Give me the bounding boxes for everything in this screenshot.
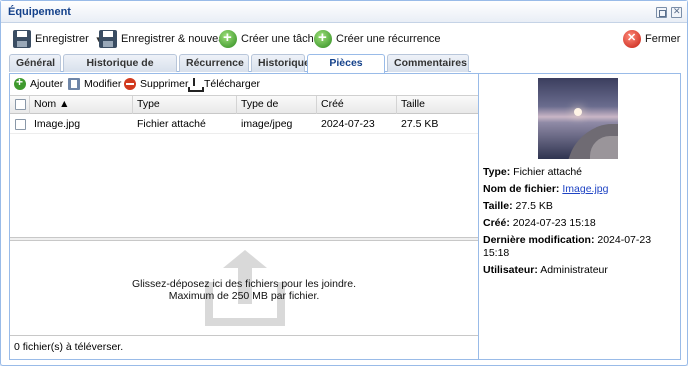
download-label: Télécharger (204, 78, 261, 90)
select-all-checkbox[interactable] (15, 99, 26, 110)
column-name[interactable]: Nom ▲ (30, 96, 133, 114)
cell-type: Fichier attaché (137, 118, 206, 130)
prop-filename: Nom de fichier: Image.jpg (483, 183, 609, 195)
column-created[interactable]: Créé (317, 96, 397, 114)
cell-created: 2024-07-23 (321, 118, 375, 130)
filename-link[interactable]: Image.jpg (562, 183, 608, 195)
add-icon (14, 75, 26, 90)
column-content-type[interactable]: Type de contenu (237, 96, 317, 127)
column-size[interactable]: Taille (397, 96, 478, 114)
download-button[interactable]: Télécharger (188, 78, 261, 92)
grid-toolbar: Ajouter Modifier Supprimer Télécharger (10, 74, 478, 96)
save-new-label: Enregistrer & nouveau (121, 33, 231, 45)
drop-line-1: Glissez-déposez ici des fichiers pour le… (131, 278, 357, 290)
file-properties: Type: Fichier attaché Nom de fichier: Im… (483, 166, 679, 281)
splitter[interactable] (10, 237, 478, 241)
save-button[interactable]: Enregistrer ▼ (13, 28, 103, 50)
window-title: Équipement (8, 6, 71, 18)
attachments-panel: Ajouter Modifier Supprimer Télécharger N… (9, 73, 479, 360)
cell-name: Image.jpg (34, 118, 81, 130)
cell-size: 27.5 KB (401, 118, 439, 130)
title-bar: Équipement (1, 1, 687, 23)
tab-attachments[interactable]: Pièces jointes (307, 54, 385, 85)
download-icon (188, 78, 204, 92)
close-icon (623, 30, 641, 48)
edit-button[interactable]: Modifier (68, 78, 121, 90)
main-toolbar: Enregistrer ▼ Enregistrer & nouveau Crée… (1, 24, 687, 54)
create-task-label: Créer une tâche (241, 33, 320, 45)
add-task-icon (219, 29, 237, 48)
create-recurrence-label: Créer une récurrence (336, 33, 441, 45)
save-new-button[interactable]: Enregistrer & nouveau (99, 28, 230, 50)
close-button[interactable]: Fermer (623, 28, 680, 50)
edit-label: Modifier (84, 78, 122, 90)
tab-general[interactable]: Général (9, 54, 61, 72)
drop-line-2: Maximum de 250 MB par fichier. (168, 290, 320, 302)
equipment-window: Équipement Enregistrer ▼ Enregistrer & n… (0, 0, 688, 366)
grid-header: Nom ▲ Type Type de contenu Créé Taille (10, 96, 478, 127)
image-preview[interactable] (538, 78, 618, 159)
row-checkbox[interactable] (15, 119, 26, 130)
add-recurrence-icon (314, 29, 332, 48)
select-all-cell (10, 96, 30, 114)
cell-content-type: image/jpeg (241, 118, 293, 130)
table-row[interactable]: Image.jpg Fichier attaché image/jpeg 202… (10, 115, 478, 134)
save-icon (13, 30, 31, 48)
edit-icon (68, 78, 80, 90)
prop-created: Créé: 2024-07-23 15:18 (483, 217, 596, 229)
tab-recurrence[interactable]: Récurrence (179, 54, 249, 72)
delete-icon (124, 78, 136, 90)
upload-status: 0 fichier(s) à téléverser. (10, 335, 478, 359)
tab-strip: Général Historique de tâches Récurrence … (9, 54, 471, 85)
create-task-button[interactable]: Créer une tâche (219, 28, 320, 50)
details-panel: Type: Fichier attaché Nom de fichier: Im… (479, 73, 681, 360)
create-recurrence-button[interactable]: Créer une récurrence (314, 28, 441, 50)
column-type[interactable]: Type (133, 96, 237, 114)
save-label: Enregistrer (35, 33, 89, 45)
drop-zone[interactable]: Glissez-déposez ici des fichiers pour le… (10, 242, 478, 335)
close-window-icon[interactable] (671, 6, 682, 18)
prop-type: Type: Fichier attaché (483, 166, 583, 178)
prop-modified: Dernière modification: 2024-07-23 15:18 (483, 234, 652, 259)
drop-instructions: Glissez-déposez ici des fichiers pour le… (10, 278, 478, 302)
prop-size: Taille: 27.5 KB (483, 200, 553, 212)
save-new-icon (99, 30, 117, 48)
tab-comments[interactable]: Commentaires (387, 54, 469, 72)
add-label: Ajouter (30, 78, 64, 90)
restore-icon[interactable] (656, 7, 667, 18)
add-button[interactable]: Ajouter (14, 75, 64, 90)
close-label: Fermer (645, 33, 681, 45)
prop-user: Utilisateur: Administrateur (483, 264, 608, 276)
tab-task-history[interactable]: Historique de tâches (63, 54, 177, 85)
delete-label: Supprimer (140, 78, 189, 90)
delete-button[interactable]: Supprimer (124, 78, 188, 90)
tab-history[interactable]: Historique (251, 54, 310, 72)
